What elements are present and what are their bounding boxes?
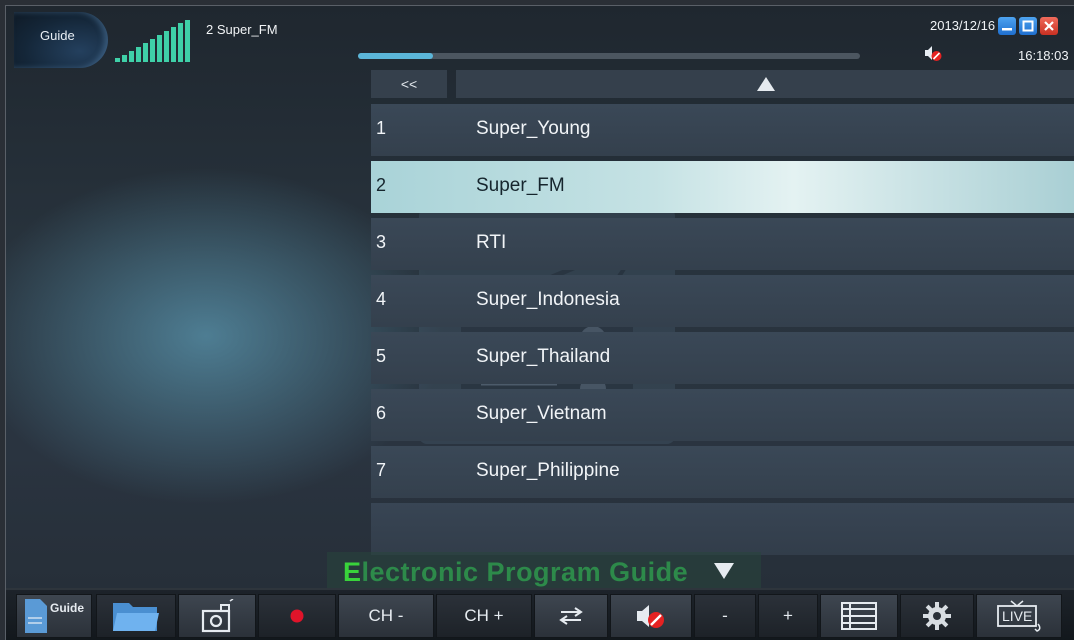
record-icon bbox=[290, 609, 304, 623]
folder-icon bbox=[113, 603, 159, 631]
progress-bar bbox=[358, 53, 860, 59]
back-button-label: << bbox=[400, 76, 418, 92]
empty-channel-row bbox=[371, 503, 1074, 555]
channel-name: Super_Indonesia bbox=[476, 289, 620, 310]
channel-number: 5 bbox=[376, 346, 387, 366]
snapshot-icon bbox=[201, 599, 234, 633]
channel-number: 1 bbox=[376, 118, 387, 138]
guide-badge-label: Guide bbox=[40, 28, 75, 43]
channel-row[interactable]: 2 Super_FM bbox=[371, 161, 1074, 213]
channel-row[interactable]: 3 RTI bbox=[371, 218, 1074, 270]
channel-name: Super_Philippine bbox=[476, 460, 620, 481]
volume-down-label: - bbox=[722, 606, 728, 625]
guide-badge[interactable]: Guide bbox=[14, 12, 108, 68]
minimize-button[interactable] bbox=[998, 17, 1016, 35]
date-label: 2013/12/16 bbox=[930, 18, 996, 33]
mute-icon[interactable] bbox=[924, 44, 942, 62]
epg-title-rest: lectronic Program Guide bbox=[361, 557, 689, 587]
live-tv-icon: LIVE bbox=[994, 599, 1044, 633]
channel-down-button[interactable]: CH - bbox=[338, 594, 434, 638]
channel-up-button[interactable]: CH + bbox=[436, 594, 532, 638]
volume-down-button[interactable]: - bbox=[694, 594, 756, 638]
swap-button[interactable] bbox=[534, 594, 608, 638]
channel-number: 3 bbox=[376, 232, 387, 252]
channel-row[interactable]: 5 Super_Thailand bbox=[371, 332, 1074, 384]
maximize-button[interactable] bbox=[1019, 17, 1037, 35]
document-icon bbox=[24, 599, 47, 633]
channel-row[interactable]: 7 Super_Philippine bbox=[371, 446, 1074, 498]
live-label: LIVE bbox=[1002, 608, 1033, 624]
back-button[interactable]: << bbox=[371, 70, 447, 98]
channel-number: 7 bbox=[376, 460, 387, 480]
gear-icon bbox=[923, 602, 951, 630]
folder-button[interactable] bbox=[96, 594, 176, 638]
record-button[interactable] bbox=[258, 594, 336, 638]
settings-button[interactable] bbox=[900, 594, 974, 638]
mute-icon bbox=[637, 605, 664, 628]
epg-title-first-letter: E bbox=[343, 557, 362, 587]
triangle-up-icon bbox=[756, 77, 775, 91]
maximize-icon bbox=[1022, 20, 1034, 32]
volume-up-label: + bbox=[783, 606, 793, 625]
app-window: Guide 2 Super_FM 2013/12/16 16:18:03 << bbox=[5, 5, 1074, 640]
channel-up-label: CH + bbox=[464, 606, 504, 625]
mute-button[interactable] bbox=[610, 594, 692, 638]
channel-number: 6 bbox=[376, 403, 387, 423]
close-icon bbox=[1044, 21, 1054, 31]
current-channel-label: 2 Super_FM bbox=[206, 22, 278, 37]
bottom-toolbar: Guide CH - CH + - + LIVE bbox=[6, 588, 1074, 640]
channel-number: 2 bbox=[376, 175, 387, 195]
guide-button-label: Guide bbox=[49, 601, 84, 615]
live-button[interactable]: LIVE bbox=[976, 594, 1062, 638]
progress-fill bbox=[358, 53, 434, 59]
channel-row[interactable]: 1 Super_Young bbox=[371, 104, 1074, 156]
channel-row[interactable]: 6 Super_Vietnam bbox=[371, 389, 1074, 441]
channel-name: Super_FM bbox=[476, 175, 565, 196]
epg-title: Electronic Program Guide bbox=[327, 552, 761, 592]
close-button[interactable] bbox=[1040, 17, 1058, 35]
signal-strength-icon bbox=[115, 20, 190, 62]
channel-row[interactable]: 4 Super_Indonesia bbox=[371, 275, 1074, 327]
scroll-down-button[interactable] bbox=[713, 562, 735, 580]
minimize-icon bbox=[1002, 28, 1012, 31]
swap-icon bbox=[559, 607, 583, 625]
channel-name: RTI bbox=[476, 232, 507, 253]
channel-down-label: CH - bbox=[368, 606, 404, 625]
scroll-up-button[interactable] bbox=[456, 70, 1074, 98]
volume-up-button[interactable]: + bbox=[758, 594, 818, 638]
list-icon bbox=[841, 602, 877, 630]
channel-name: Super_Young bbox=[476, 118, 591, 139]
channel-name: Super_Vietnam bbox=[476, 403, 607, 424]
channel-list-button[interactable] bbox=[820, 594, 898, 638]
guide-button[interactable]: Guide bbox=[16, 594, 92, 638]
time-label: 16:18:03 bbox=[1018, 48, 1069, 63]
channel-name: Super_Thailand bbox=[476, 346, 611, 367]
channel-list: 1 Super_Young 2 Super_FM 3 RTI 4 Super_Indonesi… bbox=[371, 104, 1074, 560]
snapshot-button[interactable] bbox=[178, 594, 256, 638]
channel-number: 4 bbox=[376, 289, 387, 309]
